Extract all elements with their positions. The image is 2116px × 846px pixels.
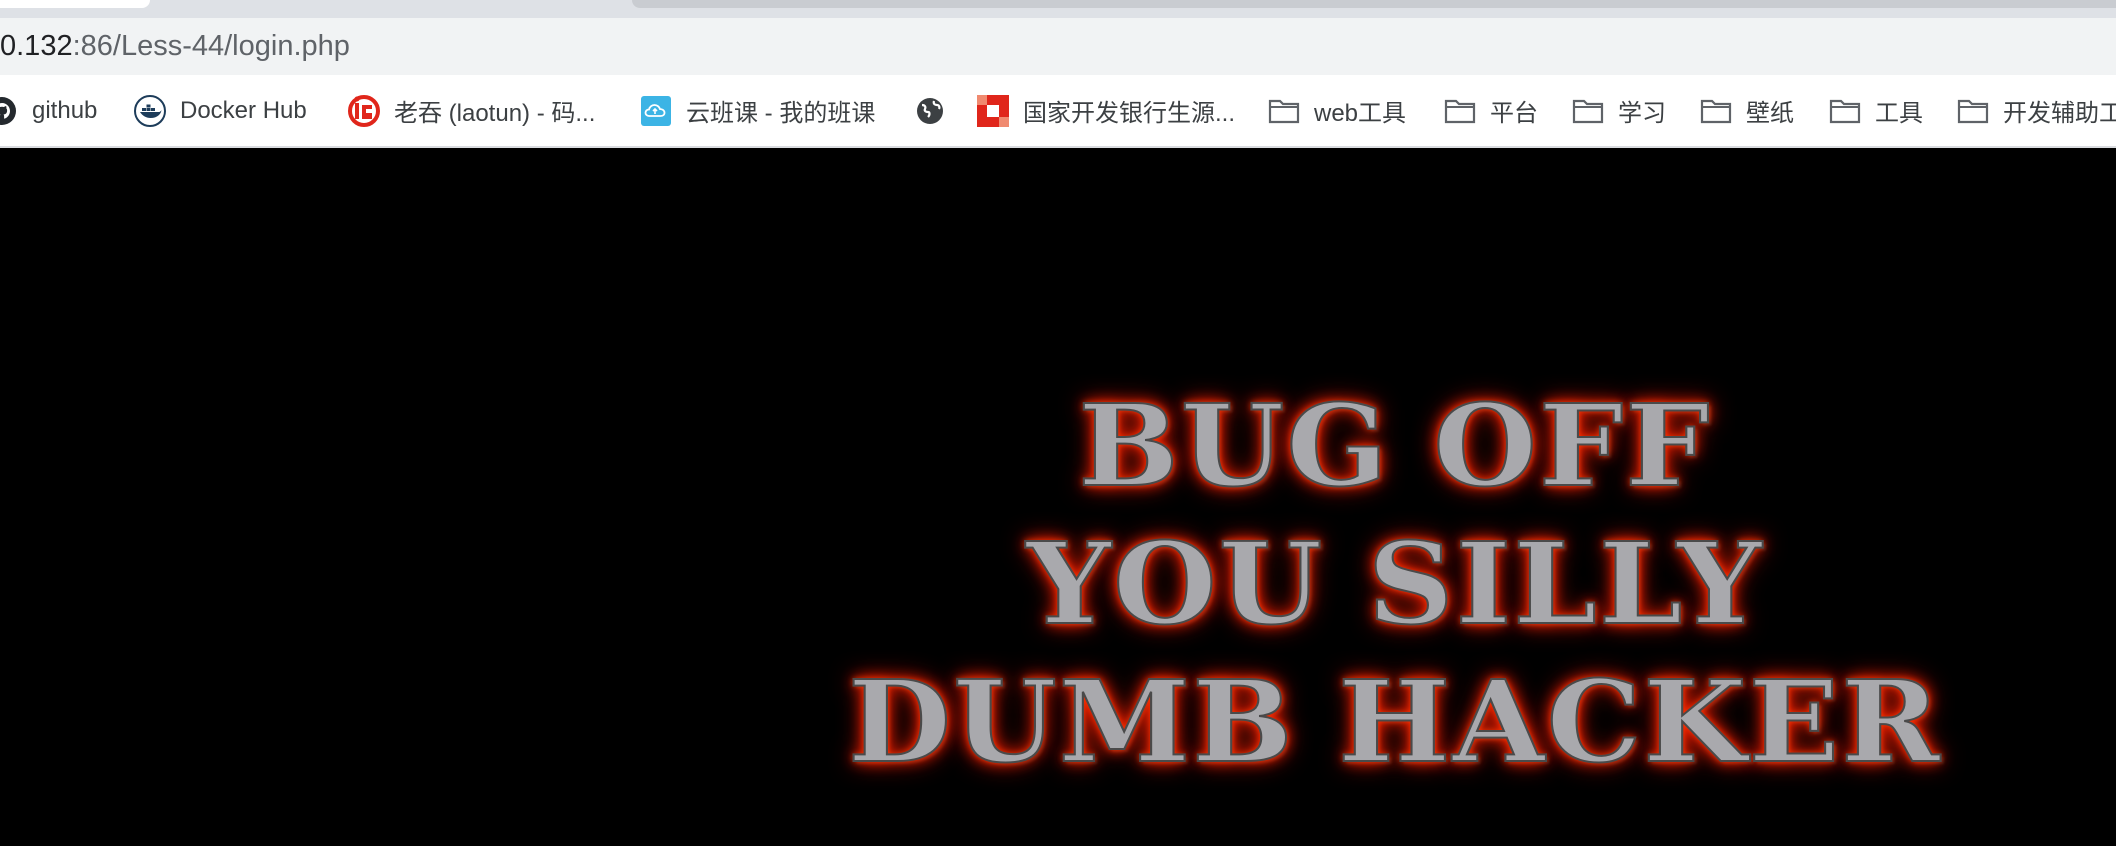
address-path: :86/Less-44/login.php: [72, 30, 350, 62]
folder-icon: [1829, 95, 1861, 127]
cdb-icon: [977, 94, 1009, 127]
bookmark-label: 平台: [1490, 100, 1538, 127]
bookmark-label: github: [32, 96, 98, 124]
bookmark-label: 学习: [1618, 100, 1666, 127]
bookmark-folder-web-tools[interactable]: web工具: [1268, 75, 1406, 146]
tab-strip: [0, 0, 2116, 18]
active-tab-edge[interactable]: [0, 0, 150, 8]
bookmark-yunbanke[interactable]: 云班课 - 我的班课: [640, 75, 875, 146]
bookmark-label: 开发辅助工: [2003, 100, 2116, 127]
github-icon: [0, 95, 18, 127]
folder-icon: [1268, 95, 1300, 127]
warning-line: BUG OFF: [1077, 380, 1712, 513]
docker-icon: [134, 94, 166, 127]
globe-icon: [914, 95, 946, 127]
laotun-icon: [348, 94, 380, 127]
bookmark-docker-hub[interactable]: Docker Hub: [134, 75, 307, 146]
address-bar[interactable]: 0.132:86/Less-44/login.php: [0, 18, 350, 75]
bookmark-folder-dev-helpers[interactable]: 开发辅助工: [1957, 75, 2116, 146]
folder-icon: [1957, 95, 1989, 127]
bookmarks-bar: github Docker Hub 老吞 (laotun) - 码... 云班课…: [0, 75, 2116, 148]
bookmark-label: web工具: [1314, 100, 1407, 127]
hacker-warning-image: BUG OFF YOU SILLY DUMB HACKER: [786, 378, 2005, 792]
bookmark-label: 国家开发银行生源...: [1023, 100, 1236, 127]
bookmark-folder-platform[interactable]: 平台: [1444, 75, 1538, 146]
address-host: 0.132: [0, 30, 73, 62]
browser-toolbar: 0.132:86/Less-44/login.php: [0, 18, 2116, 75]
bookmark-label: 云班课 - 我的班课: [686, 100, 876, 127]
bookmark-folder-study[interactable]: 学习: [1572, 75, 1666, 146]
bookmark-label: 工具: [1875, 100, 1923, 127]
warning-line: DUMB HACKER: [847, 656, 1942, 789]
bookmark-folder-tools[interactable]: 工具: [1829, 75, 1923, 146]
folder-icon: [1572, 95, 1604, 127]
cloud-class-icon: [640, 95, 672, 127]
bookmark-label: 老吞 (laotun) - 码...: [394, 100, 596, 127]
inactive-tab-edge[interactable]: [632, 0, 2116, 8]
folder-icon: [1444, 95, 1476, 127]
bookmark-folder-wallpaper[interactable]: 壁纸: [1700, 75, 1794, 146]
page-content: BUG OFF YOU SILLY DUMB HACKER: [0, 148, 2116, 846]
bookmark-label: Docker Hub: [180, 96, 307, 124]
folder-icon: [1700, 95, 1732, 127]
bookmark-globe[interactable]: [914, 75, 960, 146]
bookmark-laotun[interactable]: 老吞 (laotun) - 码...: [348, 75, 595, 146]
warning-line: YOU SILLY: [1025, 518, 1764, 651]
bookmark-label: 壁纸: [1746, 100, 1794, 127]
bookmark-cdb[interactable]: 国家开发银行生源...: [977, 75, 1235, 146]
bookmark-github[interactable]: github: [0, 75, 97, 146]
